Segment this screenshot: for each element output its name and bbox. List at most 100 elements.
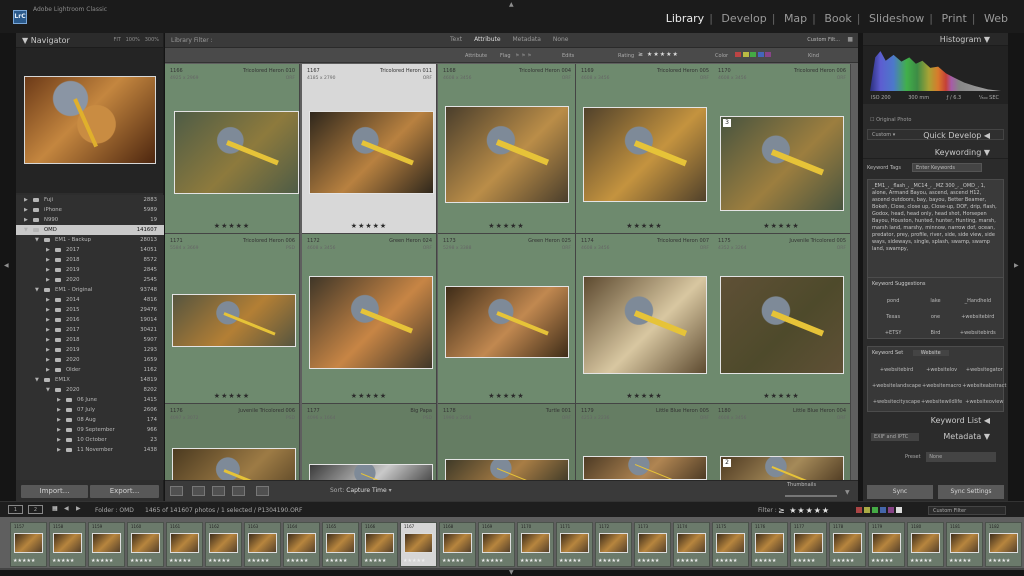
module-web[interactable]: Web bbox=[984, 12, 1008, 25]
photo-thumbnail[interactable] bbox=[445, 106, 569, 203]
filmstrip-thumbnail[interactable] bbox=[404, 533, 433, 553]
filmstrip-thumbnail[interactable] bbox=[131, 533, 160, 553]
folder-disclosure-icon[interactable]: ▶ bbox=[57, 425, 61, 435]
folder-item[interactable]: ▶ 2018 8572 bbox=[16, 255, 164, 265]
cell-rating-stars[interactable]: ★★★★★ bbox=[165, 392, 299, 400]
keyword-suggestion[interactable]: +websitebird bbox=[957, 314, 999, 320]
module-library[interactable]: Library bbox=[666, 12, 704, 25]
filmstrip-thumbnail[interactable] bbox=[950, 533, 979, 553]
zoom-fit[interactable]: FIT bbox=[113, 37, 120, 43]
folder-disclosure-icon[interactable]: ▶ bbox=[46, 245, 50, 255]
keyword-set-item[interactable]: +websitewildlife bbox=[921, 399, 962, 405]
folder-item[interactable]: ▶ Fuji 2883 bbox=[16, 195, 164, 205]
cell-rating-stars[interactable]: ★★★★★ bbox=[438, 392, 575, 400]
filter-preset[interactable]: Custom Filt... bbox=[807, 37, 840, 43]
filmstrip-thumbnail[interactable] bbox=[677, 533, 706, 553]
module-map[interactable]: Map bbox=[784, 12, 807, 25]
filmstrip-tile[interactable]: 1160 ★★★★★ bbox=[127, 522, 164, 567]
grid-cell[interactable]: 1171 5584 x 3669 Tricolored Heron 006 PSD ★★… bbox=[165, 234, 300, 404]
grid-cell[interactable]: 1176 4097 x 3072 Juvenile Tricolored 006 PS… bbox=[165, 404, 300, 480]
forward-icon[interactable]: ▶ bbox=[76, 505, 81, 512]
filmstrip-tile[interactable]: 1163 ★★★★★ bbox=[244, 522, 281, 567]
preset-dropdown[interactable]: None bbox=[926, 452, 997, 462]
keyword-suggestion[interactable]: +ETSY bbox=[872, 330, 914, 336]
grid-cell[interactable]: 1167 4185 x 2790 Tricolored Heron 011 ORF ★★… bbox=[302, 64, 437, 234]
keyword-suggestion[interactable]: pond bbox=[872, 298, 914, 304]
folder-disclosure-icon[interactable]: ▼ bbox=[35, 285, 39, 295]
grid-cell[interactable]: 1169 4608 x 3456 Tricolored Heron 005 ORF ★★… bbox=[576, 64, 714, 234]
folder-item[interactable]: ▶ 2017 30421 bbox=[16, 325, 164, 335]
top-panel-toggle-icon[interactable]: ▲ bbox=[509, 1, 514, 8]
folder-disclosure-icon[interactable]: ▶ bbox=[46, 335, 50, 345]
folder-disclosure-icon[interactable]: ▶ bbox=[46, 255, 50, 265]
folder-item[interactable]: ▶ 09 September 966 bbox=[16, 425, 164, 435]
navigator-image[interactable] bbox=[24, 76, 156, 164]
filmstrip-tile[interactable]: 1174 ★★★★★ bbox=[673, 522, 710, 567]
folder-disclosure-icon[interactable]: ▶ bbox=[46, 265, 50, 275]
filmstrip-tile[interactable]: 1157 ★★★★★ bbox=[10, 522, 47, 567]
filmstrip-tile[interactable]: 1158 ★★★★★ bbox=[49, 522, 86, 567]
folder-item[interactable]: ▶ iPhone 5989 bbox=[16, 205, 164, 215]
filmstrip-thumbnail[interactable] bbox=[92, 533, 121, 553]
folder-disclosure-icon[interactable]: ▶ bbox=[57, 415, 61, 425]
filmstrip-tile[interactable]: 1175 ★★★★★ bbox=[712, 522, 749, 567]
zoom-100[interactable]: 100% bbox=[126, 37, 140, 43]
folder-disclosure-icon[interactable]: ▶ bbox=[57, 435, 61, 445]
folder-disclosure-icon[interactable]: ▶ bbox=[24, 215, 28, 225]
cell-rating-stars[interactable]: ★★★★★ bbox=[576, 392, 713, 400]
filmstrip-tile[interactable]: 1167 ★★★★★ bbox=[400, 522, 437, 567]
folder-item[interactable]: ▶ 2020 2545 bbox=[16, 275, 164, 285]
folder-item[interactable]: ▶ 07 July 2606 bbox=[16, 405, 164, 415]
photo-thumbnail[interactable] bbox=[583, 456, 707, 480]
folder-item[interactable]: ▶ 2016 19014 bbox=[16, 315, 164, 325]
folder-disclosure-icon[interactable]: ▼ bbox=[35, 375, 39, 385]
photo-thumbnail[interactable] bbox=[445, 459, 569, 480]
filmstrip-thumbnail[interactable] bbox=[365, 533, 394, 553]
folder-disclosure-icon[interactable]: ▼ bbox=[24, 225, 28, 235]
folder-disclosure-icon[interactable]: ▶ bbox=[57, 405, 61, 415]
filmstrip-thumbnail[interactable] bbox=[872, 533, 901, 553]
folder-item[interactable]: ▼ 2020 8202 bbox=[16, 385, 164, 395]
cell-rating-stars[interactable]: ★★★★★ bbox=[576, 222, 713, 230]
grid-cell[interactable]: 1173 5298 x 3388 Green Heron 025 ORF ★★★★★ bbox=[438, 234, 576, 404]
grid-cell[interactable]: 1175 4352 x 3264 Juvenile Tricolored 005 OR… bbox=[713, 234, 851, 404]
keyword-list-header[interactable]: Keyword List ◀ bbox=[863, 414, 1008, 427]
keyword-suggestion[interactable]: +websitebirds bbox=[957, 330, 999, 336]
stack-badge[interactable]: 2 bbox=[723, 459, 731, 467]
filmstrip-thumbnail[interactable] bbox=[989, 533, 1018, 553]
keyword-set-item[interactable]: +websiteabstract bbox=[962, 383, 1006, 389]
back-icon[interactable]: ◀ bbox=[64, 505, 69, 512]
photo-thumbnail[interactable] bbox=[720, 456, 844, 480]
filmstrip-color-flags[interactable] bbox=[856, 507, 902, 513]
folder-item[interactable]: ▶ N990 19 bbox=[16, 215, 164, 225]
folder-item[interactable]: ▶ 2018 5907 bbox=[16, 335, 164, 345]
folder-disclosure-icon[interactable]: ▼ bbox=[46, 385, 50, 395]
secondary-window-button[interactable]: 2 bbox=[28, 505, 43, 514]
folder-item[interactable]: ▼ EM1 - Original 93748 bbox=[16, 285, 164, 295]
module-develop[interactable]: Develop bbox=[721, 12, 766, 25]
photo-thumbnail[interactable] bbox=[309, 111, 434, 194]
filmstrip-thumbnail[interactable] bbox=[833, 533, 862, 553]
folder-item[interactable]: ▶ 08 Aug 174 bbox=[16, 415, 164, 425]
keyword-set-item[interactable]: +websitemacro bbox=[921, 383, 962, 389]
folder-item[interactable]: ▶ 06 June 1415 bbox=[16, 395, 164, 405]
filter-tab-attribute[interactable]: Attribute bbox=[474, 36, 501, 43]
keyword-text-area[interactable]: _EM1_, _flash_, _MC14_, _MZ 300_, _OMD_,… bbox=[867, 179, 1004, 279]
folder-item[interactable]: ▶ 2020 1659 bbox=[16, 355, 164, 365]
grid-cell[interactable]: 1179 4253 x 2236 Little Blue Heron 005 ORF bbox=[576, 404, 714, 480]
photo-thumbnail[interactable] bbox=[583, 276, 707, 374]
filmstrip-tile[interactable]: 1165 ★★★★★ bbox=[322, 522, 359, 567]
filmstrip-rating-filter[interactable]: ≥ ★★★★★ bbox=[778, 506, 830, 515]
grid-cell[interactable]: 1170 4608 x 3456 Tricolored Heron 006 ORF 3 ★… bbox=[713, 64, 851, 234]
photo-thumbnail[interactable] bbox=[309, 464, 433, 480]
photo-thumbnail[interactable] bbox=[309, 276, 433, 369]
cell-rating-stars[interactable]: ★★★★★ bbox=[713, 392, 850, 400]
export-button[interactable]: Export... bbox=[90, 485, 159, 498]
color-filter-swatches[interactable] bbox=[735, 52, 772, 59]
keyword-suggestion[interactable]: one bbox=[914, 314, 956, 320]
people-view-icon[interactable] bbox=[256, 486, 269, 496]
filmstrip-thumbnail[interactable] bbox=[560, 533, 589, 553]
photo-thumbnail[interactable] bbox=[583, 107, 707, 202]
folder-disclosure-icon[interactable]: ▶ bbox=[46, 295, 50, 305]
photo-thumbnail[interactable] bbox=[720, 276, 844, 374]
